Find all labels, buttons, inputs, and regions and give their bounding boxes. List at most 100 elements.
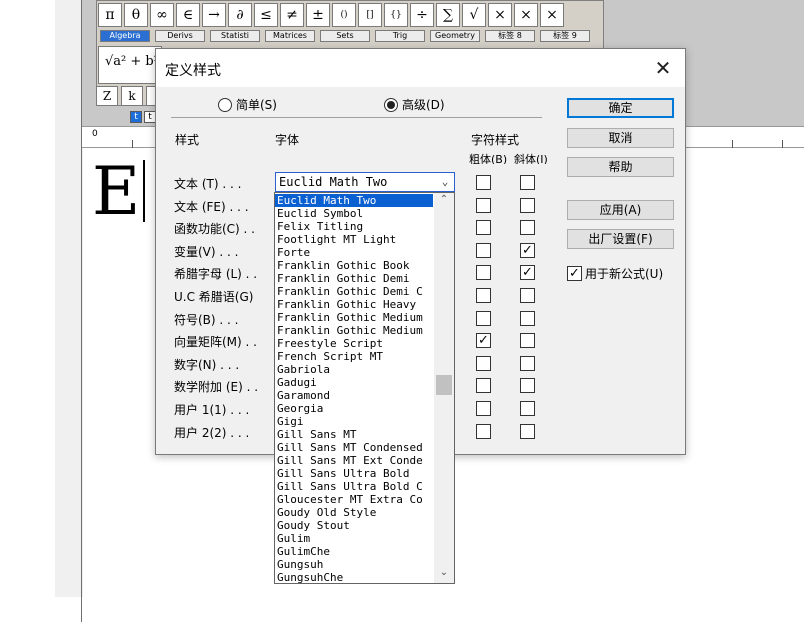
symbol-button[interactable]: × [514, 3, 538, 27]
symbol-button[interactable]: [] [358, 3, 382, 27]
symbol-button[interactable]: √ [462, 3, 486, 27]
font-option[interactable]: Gill Sans MT Condensed [275, 441, 433, 454]
help-button[interactable]: 帮助 [567, 157, 674, 177]
ok-button[interactable]: 确定 [567, 98, 674, 118]
small-template-button[interactable]: Z [96, 86, 118, 106]
cancel-button[interactable]: 取消 [567, 128, 674, 148]
font-option[interactable]: Gill Sans Ultra Bold C [275, 480, 433, 493]
tool-button[interactable]: t [130, 111, 142, 123]
font-option[interactable]: Franklin Gothic Demi [275, 272, 433, 285]
radio-simple[interactable]: 简单(S) [218, 96, 277, 113]
palette-tab[interactable]: Algebra [100, 30, 150, 42]
font-option[interactable]: Gabriola [275, 363, 433, 376]
italic-checkbox[interactable]: ✓ [520, 242, 535, 258]
symbol-button[interactable]: {} [384, 3, 408, 27]
palette-tab[interactable]: Matrices [265, 30, 315, 42]
bold-checkbox[interactable] [476, 378, 491, 394]
font-option[interactable]: Franklin Gothic Demi C [275, 285, 433, 298]
italic-checkbox[interactable] [520, 197, 535, 213]
factory-settings-button[interactable]: 出厂设置(F) [567, 229, 674, 249]
bold-checkbox[interactable] [476, 401, 491, 416]
bold-checkbox[interactable] [476, 220, 491, 236]
italic-checkbox[interactable] [520, 310, 535, 326]
italic-checkbox[interactable] [520, 423, 535, 439]
palette-tab[interactable]: Sets [320, 30, 370, 42]
font-option[interactable]: Goudy Stout [275, 519, 433, 532]
font-option[interactable]: Gill Sans MT [275, 428, 433, 441]
bold-checkbox[interactable] [476, 197, 491, 213]
close-icon[interactable]: ✕ [652, 57, 674, 79]
bold-checkbox[interactable] [476, 175, 491, 190]
symbol-button[interactable]: ÷ [410, 3, 434, 27]
font-option[interactable]: Gadugi [275, 376, 433, 389]
symbol-button[interactable]: ± [306, 3, 330, 27]
italic-checkbox[interactable] [520, 401, 535, 416]
bold-checkbox[interactable] [476, 242, 491, 258]
symbol-button[interactable]: θ [124, 3, 148, 27]
small-template-button[interactable]: k [121, 86, 143, 106]
chevron-down-icon[interactable]: ⌄ [436, 173, 454, 191]
font-option[interactable]: Gigi [275, 415, 433, 428]
scroll-up-icon[interactable]: ⌃ [434, 193, 454, 207]
font-option[interactable]: Franklin Gothic Heavy [275, 298, 433, 311]
symbol-button[interactable]: ≠ [280, 3, 304, 27]
font-option[interactable]: Forte [275, 246, 433, 259]
font-option[interactable]: Gloucester MT Extra Co [275, 493, 433, 506]
font-option[interactable]: Georgia [275, 402, 433, 415]
font-combobox[interactable]: Euclid Math Two ⌄ [275, 172, 455, 192]
font-option[interactable]: Euclid Symbol [275, 207, 433, 220]
italic-checkbox[interactable] [520, 175, 535, 190]
symbol-button[interactable]: π [98, 3, 122, 27]
symbol-button[interactable]: → [202, 3, 226, 27]
symbol-button[interactable]: ∂ [228, 3, 252, 27]
font-option[interactable]: Freestyle Script [275, 337, 433, 350]
symbol-button[interactable]: ∑ [436, 3, 460, 27]
scroll-thumb[interactable] [436, 375, 452, 395]
font-option[interactable]: Goudy Old Style [275, 506, 433, 519]
bold-checkbox[interactable] [476, 265, 491, 281]
italic-checkbox[interactable]: ✓ [520, 265, 535, 281]
font-option[interactable]: Gungsuh [275, 558, 433, 571]
font-dropdown-list[interactable]: ⌃ ⌄ Euclid Math Two Euclid Symbol Felix Ti… [274, 192, 455, 584]
font-option[interactable]: GungsuhChe [275, 571, 433, 583]
font-option[interactable]: Footlight MT Light [275, 233, 433, 246]
bold-checkbox[interactable] [476, 288, 491, 303]
italic-checkbox[interactable] [520, 333, 535, 349]
bold-checkbox[interactable] [476, 355, 491, 371]
font-option[interactable]: Gill Sans MT Ext Conde [275, 454, 433, 467]
font-option[interactable]: Euclid Math Two [275, 194, 433, 207]
italic-checkbox[interactable] [520, 288, 535, 303]
font-option[interactable]: Franklin Gothic Medium [275, 324, 433, 337]
symbol-button[interactable]: ∞ [150, 3, 174, 27]
scroll-down-icon[interactable]: ⌄ [434, 565, 454, 581]
dropdown-scrollbar[interactable]: ⌃ ⌄ [434, 193, 454, 583]
font-option[interactable]: French Script MT [275, 350, 433, 363]
symbol-button[interactable]: × [488, 3, 512, 27]
apply-button[interactable]: 应用(A) [567, 200, 674, 220]
font-option[interactable]: Garamond [275, 389, 433, 402]
symbol-button[interactable]: ≤ [254, 3, 278, 27]
font-option[interactable]: Gill Sans Ultra Bold [275, 467, 433, 480]
font-option[interactable]: Franklin Gothic Medium [275, 311, 433, 324]
palette-tab[interactable]: 标签 9 [540, 30, 590, 42]
symbol-button[interactable]: () [332, 3, 356, 27]
use-for-new-formula[interactable]: ✓ 用于新公式(U) [567, 265, 663, 282]
use-for-new-formula-checkbox[interactable]: ✓ [567, 266, 582, 281]
palette-tab[interactable]: Geometry [430, 30, 480, 42]
font-option[interactable]: Franklin Gothic Book [275, 259, 433, 272]
bold-checkbox[interactable] [476, 310, 491, 326]
template-button[interactable]: √a² + b² [98, 46, 162, 84]
symbol-button[interactable]: ∈ [176, 3, 200, 27]
radio-advanced[interactable]: 高级(D) [384, 96, 445, 113]
bold-checkbox[interactable] [476, 423, 491, 439]
palette-tab[interactable]: Statisti [210, 30, 260, 42]
palette-tab[interactable]: Derivs [155, 30, 205, 42]
font-option[interactable]: Gulim [275, 532, 433, 545]
symbol-button[interactable]: × [540, 3, 564, 27]
italic-checkbox[interactable] [520, 355, 535, 371]
palette-tab[interactable]: Trig [375, 30, 425, 42]
font-option[interactable]: Felix Titling [275, 220, 433, 233]
italic-checkbox[interactable] [520, 378, 535, 394]
palette-tab[interactable]: 标签 8 [485, 30, 535, 42]
bold-checkbox[interactable]: ✓ [476, 333, 491, 349]
